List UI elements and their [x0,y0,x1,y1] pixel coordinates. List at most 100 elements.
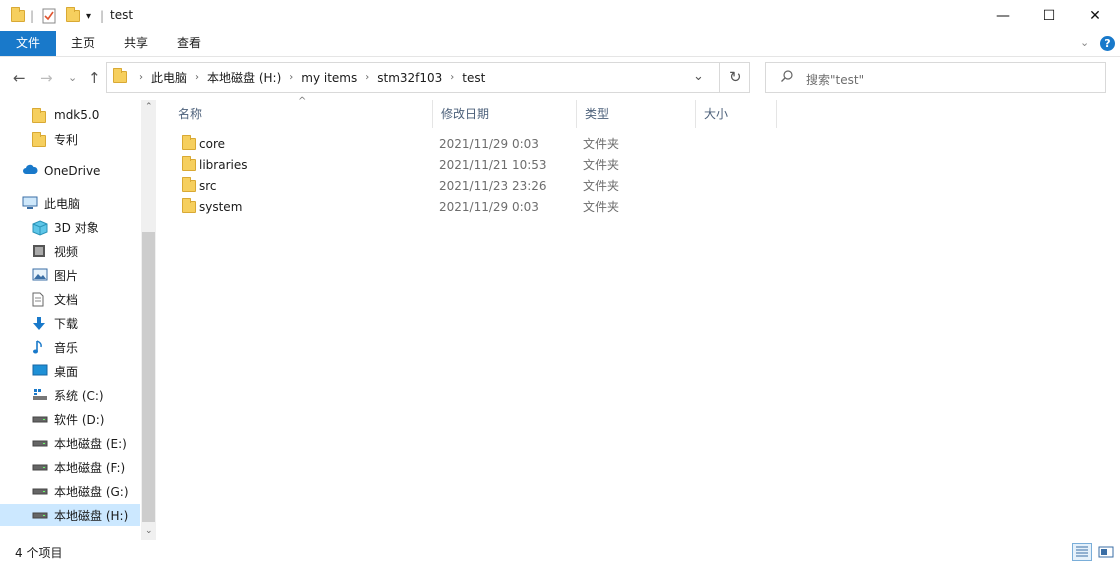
breadcrumb-drive-h[interactable]: 本地磁盘 (H:) [201,69,287,86]
breadcrumb-separator-icon[interactable]: › [193,72,201,83]
search-placeholder: 搜索"test" [806,73,865,87]
breadcrumb-my-items[interactable]: my items [295,71,363,85]
file-list: ^ 名称 修改日期 类型 大小 core 2021/11/29 0:03 文件夹 li… [170,96,1120,540]
close-button[interactable]: ✕ [1072,0,1118,31]
item-count: 4 个项目 [15,546,63,560]
status-bar: 4 个项目 [0,540,1120,564]
large-icons-view-button[interactable] [1096,543,1116,561]
file-date: 2021/11/23 23:26 [439,179,547,193]
up-button[interactable]: ↑ [88,69,101,87]
sidebar-item-label: 软件 (D:) [54,412,105,427]
scroll-up-arrow-icon[interactable]: ⌃ [145,102,153,112]
table-row[interactable]: libraries 2021/11/21 10:53 文件夹 [170,155,620,176]
video-icon [32,244,48,258]
download-icon [32,316,48,330]
sidebar-item[interactable]: 本地磁盘 (F:) [0,456,140,478]
folder-icon [182,156,196,171]
drive-icon [32,436,48,450]
breadcrumb-separator-icon[interactable]: › [363,72,371,83]
forward-button[interactable]: → [40,69,53,87]
sidebar-item-label: 专利 [54,132,79,147]
tab-home[interactable]: 主页 [60,31,106,56]
sidebar-item[interactable]: 本地磁盘 (G:) [0,480,140,502]
breadcrumb-separator-icon[interactable]: › [448,72,456,83]
sidebar-item-label: 图片 [54,268,79,283]
sidebar-item[interactable]: 视频 [0,240,140,262]
table-row[interactable]: src 2021/11/23 23:26 文件夹 [170,176,620,197]
recent-locations-button[interactable]: ⌄ [68,71,77,84]
column-header-size[interactable]: 大小 [696,100,777,128]
search-input[interactable]: 搜索"test" [765,62,1106,93]
details-view-button[interactable] [1072,543,1092,561]
sidebar-item-label: OneDrive [44,164,101,178]
refresh-button[interactable]: ↻ [729,68,742,86]
address-bar[interactable]: › 此电脑 › 本地磁盘 (H:) › my items › stm32f103… [106,62,750,93]
quick-access-folder-icon[interactable] [11,7,25,25]
file-type: 文件夹 [583,137,620,151]
table-row[interactable]: system 2021/11/29 0:03 文件夹 [170,197,620,218]
table-row[interactable]: core 2021/11/29 0:03 文件夹 [170,134,620,155]
address-dropdown-button[interactable]: ⌄ [693,69,704,84]
back-button[interactable]: ← [13,69,26,87]
sidebar-item[interactable]: 此电脑 [0,192,140,214]
sidebar-item[interactable]: 本地磁盘 (H:) [0,504,140,526]
breadcrumb-separator-icon[interactable]: › [137,72,145,83]
sidebar-item[interactable]: 下载 [0,312,140,334]
document-icon [32,292,48,307]
drive-icon [32,484,48,498]
details-view-icon [1076,546,1088,557]
breadcrumb-separator-icon[interactable]: › [287,72,295,83]
customize-qa-chevron-icon[interactable]: ▾ [86,7,91,25]
sidebar-item[interactable]: 音乐 [0,336,140,358]
tab-file[interactable]: 文件 [0,31,56,56]
folder-icon [32,108,48,123]
tab-share[interactable]: 共享 [113,31,159,56]
sidebar-item[interactable]: 软件 (D:) [0,408,140,430]
navigation-pane[interactable]: mdk5.0 专利 OneDrive 此电脑 3D 对象视频图片文档 下载音乐桌面 系统 (… [0,100,156,540]
sidebar-item-label: 3D 对象 [54,220,99,235]
sidebar-item[interactable]: OneDrive [0,160,140,182]
sidebar-item[interactable]: 3D 对象 [0,216,140,238]
sidebar-item[interactable]: 专利 [0,128,140,150]
drive-icon [32,460,48,474]
cube-icon [32,220,48,236]
file-type: 文件夹 [583,158,620,172]
properties-icon[interactable] [42,7,56,25]
sidebar-item-label: 本地磁盘 (G:) [54,484,129,499]
file-name: libraries [199,158,248,172]
column-header-type[interactable]: 类型 [577,100,696,128]
title-bar: | ▾ | test — ☐ ✕ [0,0,1120,31]
minimize-button[interactable]: — [980,0,1026,31]
sidebar-item[interactable]: 桌面 [0,360,140,382]
breadcrumb-this-pc[interactable]: 此电脑 [145,69,193,86]
sidebar-item[interactable]: 本地磁盘 (E:) [0,432,140,454]
file-type: 文件夹 [583,200,620,214]
file-date: 2021/11/29 0:03 [439,200,539,214]
quick-access-divider: | [30,9,35,23]
scroll-down-arrow-icon[interactable]: ⌄ [145,526,153,536]
column-header-name[interactable]: 名称 [170,100,433,128]
tab-view[interactable]: 查看 [166,31,212,56]
sidebar-item[interactable]: mdk5.0 [0,104,140,126]
desktop-icon [32,364,48,378]
column-header-date[interactable]: 修改日期 [433,100,577,128]
help-icon[interactable]: ? [1100,36,1115,51]
sidebar-item-label: 本地磁盘 (E:) [54,436,127,451]
sidebar-item-label: 此电脑 [44,196,81,211]
sidebar-item[interactable]: 文档 [0,288,140,310]
new-folder-icon[interactable] [66,7,80,25]
maximize-button[interactable]: ☐ [1026,0,1072,31]
breadcrumb-stm32f103[interactable]: stm32f103 [371,71,448,85]
file-name: src [199,179,217,193]
expand-ribbon-chevron-icon[interactable]: ⌄ [1080,36,1089,49]
breadcrumb-test[interactable]: test [456,71,491,85]
sidebar-item-label: 视频 [54,244,79,259]
system-drive-icon [32,388,48,402]
nav-scrollbar-thumb[interactable] [142,232,155,522]
sidebar-item[interactable]: 系统 (C:) [0,384,140,406]
sidebar-item-label: 音乐 [54,340,79,355]
music-icon [32,340,48,354]
sidebar-item[interactable]: 图片 [0,264,140,286]
computer-icon [22,196,38,210]
folder-icon [32,132,48,147]
